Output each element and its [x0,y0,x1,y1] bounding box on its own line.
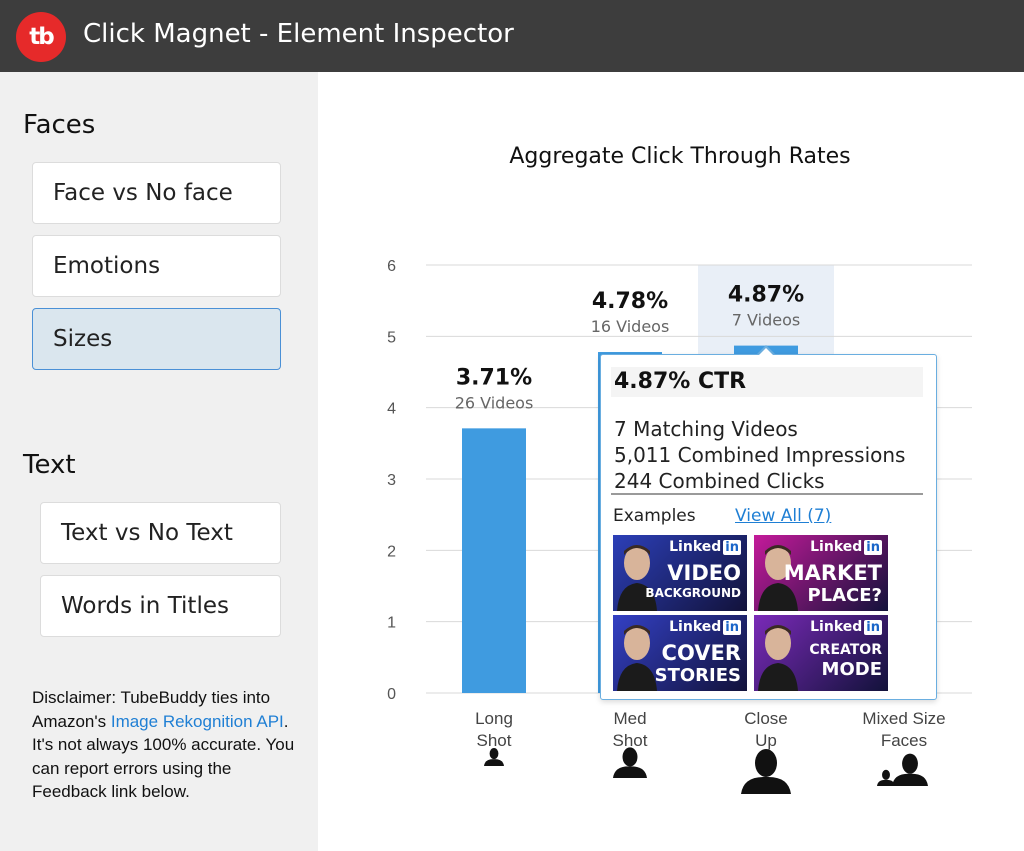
presenter-face-icon [617,621,657,691]
example-thumbnail[interactable]: Linked in MARKET PLACE? [754,535,888,611]
tooltip-arrow-fill [758,348,774,356]
thumbnail-subheadline: STORIES [654,665,741,686]
y-tick-label: 1 [387,615,396,632]
linkedin-logo-text: Linked in [669,539,741,555]
tooltip-impressions: 5,011 Combined Impressions [614,443,906,467]
linkedin-logo-text: Linked in [669,619,741,635]
presenter-face-icon [617,541,657,611]
example-thumbnail[interactable]: Linked in VIDEO BACKGROUND [613,535,747,611]
x-category-label: Faces [881,731,927,750]
person-large-icon [741,749,791,794]
bar-value-label: 4.78% [592,289,668,314]
person-medium-icon [613,747,647,778]
linkedin-logo-text: Linked in [810,539,882,555]
thumbnail-headline: COVER [661,641,741,665]
people-mixed-icon [877,769,895,786]
faces-heading: Faces [23,110,96,140]
bar-value-label: 3.71% [456,365,532,390]
x-category-label: Shot [613,731,648,750]
thumbnail-headline: CREATOR [809,642,882,658]
app-title: Click Magnet - Element Inspector [83,19,514,49]
bar-value-label: 4.87% [728,283,804,308]
tooltip-clicks: 244 Combined Clicks [614,469,825,493]
emotions-button[interactable]: Emotions [32,235,281,297]
presenter-face-icon [758,621,798,691]
tubebuddy-logo: tb [16,12,66,62]
y-tick-label: 0 [387,686,396,703]
tooltip-header: 4.87% CTR [611,367,923,397]
thumbnail-subheadline: BACKGROUND [645,586,741,600]
words-in-titles-button[interactable]: Words in Titles [40,575,281,637]
image-rekognition-link[interactable]: Image Rekognition API [111,712,284,731]
y-tick-label: 4 [387,401,396,418]
tooltip-matching-videos: 7 Matching Videos [614,417,798,441]
examples-label: Examples [613,506,696,526]
thumbnail-headline: VIDEO [667,561,741,585]
ctr-tooltip: 4.87% CTR 7 Matching Videos 5,011 Combin… [600,354,937,700]
x-category-label: Med [613,709,646,728]
text-heading: Text [23,450,76,480]
x-category-label: Long [475,709,513,728]
example-thumbnail[interactable]: Linked in CREATOR MODE [754,615,888,691]
title-bar: tb Click Magnet - Element Inspector [0,0,1024,72]
view-all-link[interactable]: View All (7) [735,506,831,526]
face-vs-no-face-button[interactable]: Face vs No face [32,162,281,224]
x-category-label: Shot [477,731,512,750]
thumbnail-subheadline: PLACE? [807,585,882,606]
tooltip-divider [611,493,923,495]
y-tick-label: 2 [387,543,396,560]
x-category-label: Close [744,709,787,728]
x-category-label: Mixed Size [862,709,945,728]
thumbnail-subheadline: MODE [821,659,882,680]
y-tick-label: 3 [387,472,396,489]
sidebar: Faces Face vs No face Emotions Sizes Tex… [0,72,318,851]
linkedin-logo-text: Linked in [810,619,882,635]
bar-count-label: 16 Videos [591,317,670,336]
people-mixed-icon [892,753,928,786]
person-small-icon [484,748,504,766]
text-vs-no-text-button[interactable]: Text vs No Text [40,502,281,564]
sizes-button[interactable]: Sizes [32,308,281,370]
bar-count-label: 26 Videos [455,393,534,412]
x-category-label: Up [755,731,777,750]
y-tick-label: 6 [387,258,396,275]
y-tick-label: 5 [387,329,396,346]
example-thumbnail[interactable]: Linked in COVER STORIES [613,615,747,691]
bar-count-label: 7 Videos [732,311,800,330]
thumbnail-headline: MARKET [783,561,882,585]
bar [462,428,526,693]
disclaimer: Disclaimer: TubeBuddy ties into Amazon's… [32,686,296,804]
